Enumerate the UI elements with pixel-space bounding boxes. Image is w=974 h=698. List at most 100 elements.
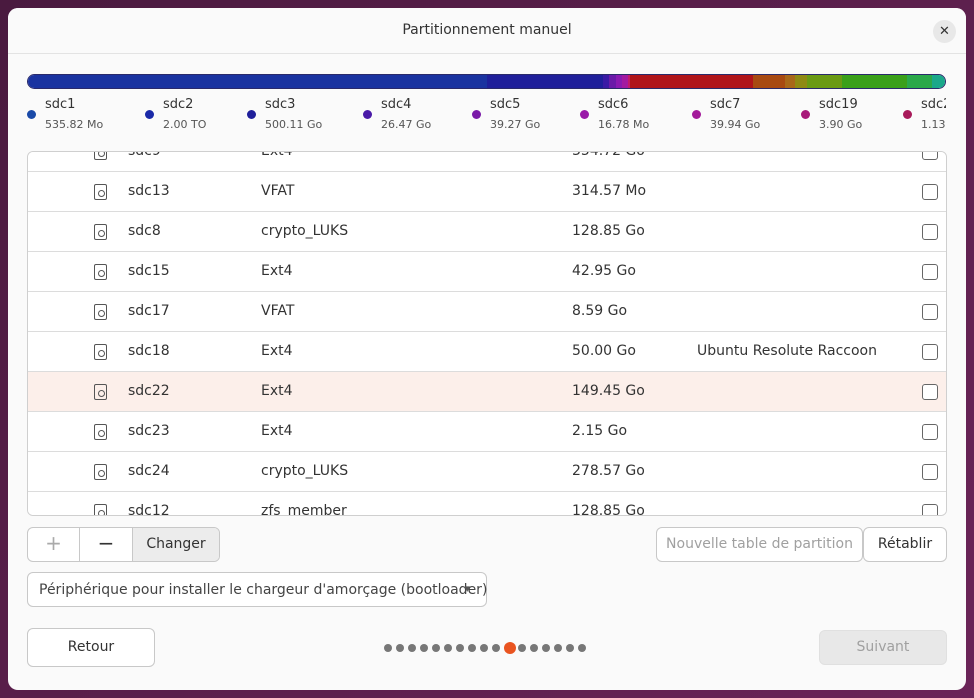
remove-partition-button[interactable]: − [80, 528, 133, 561]
partition-legend: sdc1 535.82 Mo sdc2 2.00 TO sdc3 500.11 Go sdc… [27, 96, 946, 136]
legend-partition-size: 500.11 Go [265, 118, 323, 131]
next-button[interactable]: Suivant [819, 630, 947, 665]
titlebar: Partitionnement manuel ✕ [8, 8, 966, 54]
partition-size: 8.59 Go [572, 303, 628, 319]
format-checkbox[interactable] [922, 152, 938, 160]
disk-bar-segment [794, 75, 807, 88]
format-checkbox[interactable] [922, 304, 938, 320]
table-row[interactable]: sdc17 VFAT 8.59 Go [28, 292, 946, 332]
disk-bar-segment [630, 75, 754, 88]
disk-bar-segment [842, 75, 908, 88]
add-partition-button[interactable]: + [28, 528, 80, 561]
legend-partition-size: 16.78 Mo [598, 118, 650, 131]
partition-size: 42.95 Go [572, 263, 636, 279]
partition-size: 128.85 Go [572, 503, 645, 516]
installer-window: Partitionnement manuel ✕ sdc1 535.82 Mo sd… [8, 8, 966, 690]
disk-icon [94, 464, 107, 480]
legend-color-dot [27, 110, 36, 119]
legend-color-dot [903, 110, 912, 119]
legend-partition-name: sdc2 [163, 97, 194, 112]
step-dot [384, 644, 392, 652]
back-button[interactable]: Retour [27, 628, 155, 667]
partition-filesystem: Ext4 [261, 263, 293, 279]
legend-partition-name: sdc6 [598, 97, 629, 112]
legend-partition-size: 2.00 TO [163, 118, 207, 131]
table-row[interactable]: sdc13 VFAT 314.57 Mo [28, 172, 946, 212]
step-dot [578, 644, 586, 652]
partition-system: Ubuntu Resolute Raccoon [697, 343, 877, 359]
table-row[interactable]: sdc23 Ext4 2.15 Go [28, 412, 946, 452]
format-checkbox[interactable] [922, 184, 938, 200]
table-row[interactable]: sdc18 Ext4 50.00 Go Ubuntu Resolute Raccoon [28, 332, 946, 372]
disk-icon [94, 224, 107, 240]
partition-name: sdc8 [128, 223, 161, 239]
bootloader-device-label: Périphérique pour installer le chargeur … [39, 582, 488, 598]
partition-size: 2.15 Go [572, 423, 628, 439]
disk-icon [94, 344, 107, 360]
step-dot-current [504, 642, 516, 654]
step-dot [468, 644, 476, 652]
legend-color-dot [247, 110, 256, 119]
legend-color-dot [580, 110, 589, 119]
format-checkbox[interactable] [922, 464, 938, 480]
bootloader-device-select[interactable]: Périphérique pour installer le chargeur … [27, 572, 487, 607]
table-row[interactable]: sdc24 crypto_LUKS 278.57 Go [28, 452, 946, 492]
format-checkbox[interactable] [922, 224, 938, 240]
partition-table[interactable]: sdc9 Ext4 354.72 Go sdc13 VFAT 314.57 Mo sdc8 c… [27, 151, 947, 516]
partition-name: sdc13 [128, 183, 170, 199]
partition-size: 314.57 Mo [572, 183, 647, 199]
disk-bar-segment [486, 75, 603, 88]
table-row[interactable]: sdc8 crypto_LUKS 128.85 Go [28, 212, 946, 252]
partition-filesystem: crypto_LUKS [261, 463, 349, 479]
legend-color-dot [472, 110, 481, 119]
partition-filesystem: Ext4 [261, 151, 293, 159]
close-icon: ✕ [939, 24, 950, 39]
format-checkbox[interactable] [922, 424, 938, 440]
legend-partition-size: 39.94 Go [710, 118, 761, 131]
format-checkbox[interactable] [922, 384, 938, 400]
disk-bar-segment [753, 75, 785, 88]
step-dot [530, 644, 538, 652]
table-row[interactable]: sdc15 Ext4 42.95 Go [28, 252, 946, 292]
step-dot [518, 644, 526, 652]
reset-button[interactable]: Rétablir [863, 527, 947, 562]
partition-size: 354.72 Go [572, 151, 645, 159]
chevron-down-icon: ▾ [464, 582, 470, 595]
legend-partition-name: sdc4 [381, 97, 412, 112]
disk-bar-segment [28, 75, 487, 88]
table-row[interactable]: sdc12 zfs_member 128.85 Go [28, 492, 946, 516]
disk-bar-segment [784, 75, 795, 88]
disk-icon [94, 152, 107, 160]
partition-filesystem: VFAT [261, 303, 295, 319]
format-checkbox[interactable] [922, 344, 938, 360]
step-dot [396, 644, 404, 652]
step-dot [554, 644, 562, 652]
step-dot [444, 644, 452, 652]
step-dot [420, 644, 428, 652]
close-button[interactable]: ✕ [933, 20, 956, 43]
step-dot [456, 644, 464, 652]
legend-partition-size: 1.13 [921, 118, 946, 131]
partition-name: sdc15 [128, 263, 170, 279]
disk-icon [94, 184, 107, 200]
legend-partition-name: sdc1 [45, 97, 76, 112]
partition-filesystem: VFAT [261, 183, 295, 199]
partition-name: sdc9 [128, 151, 161, 159]
table-row[interactable]: sdc22 Ext4 149.45 Go [28, 372, 946, 412]
step-dot [492, 644, 500, 652]
table-row[interactable]: sdc9 Ext4 354.72 Go [28, 151, 946, 172]
step-dot [542, 644, 550, 652]
legend-color-dot [145, 110, 154, 119]
format-checkbox[interactable] [922, 264, 938, 280]
new-partition-table-button[interactable]: Nouvelle table de partition [656, 527, 863, 562]
partition-size: 50.00 Go [572, 343, 636, 359]
partition-filesystem: Ext4 [261, 343, 293, 359]
change-partition-button[interactable]: Changer [133, 528, 219, 561]
disk-icon [94, 384, 107, 400]
legend-partition-name: sdc19 [819, 97, 858, 112]
format-checkbox[interactable] [922, 504, 938, 515]
legend-partition-size: 26.47 Go [381, 118, 432, 131]
partition-name: sdc22 [128, 383, 170, 399]
partition-size: 128.85 Go [572, 223, 645, 239]
step-dot [408, 644, 416, 652]
